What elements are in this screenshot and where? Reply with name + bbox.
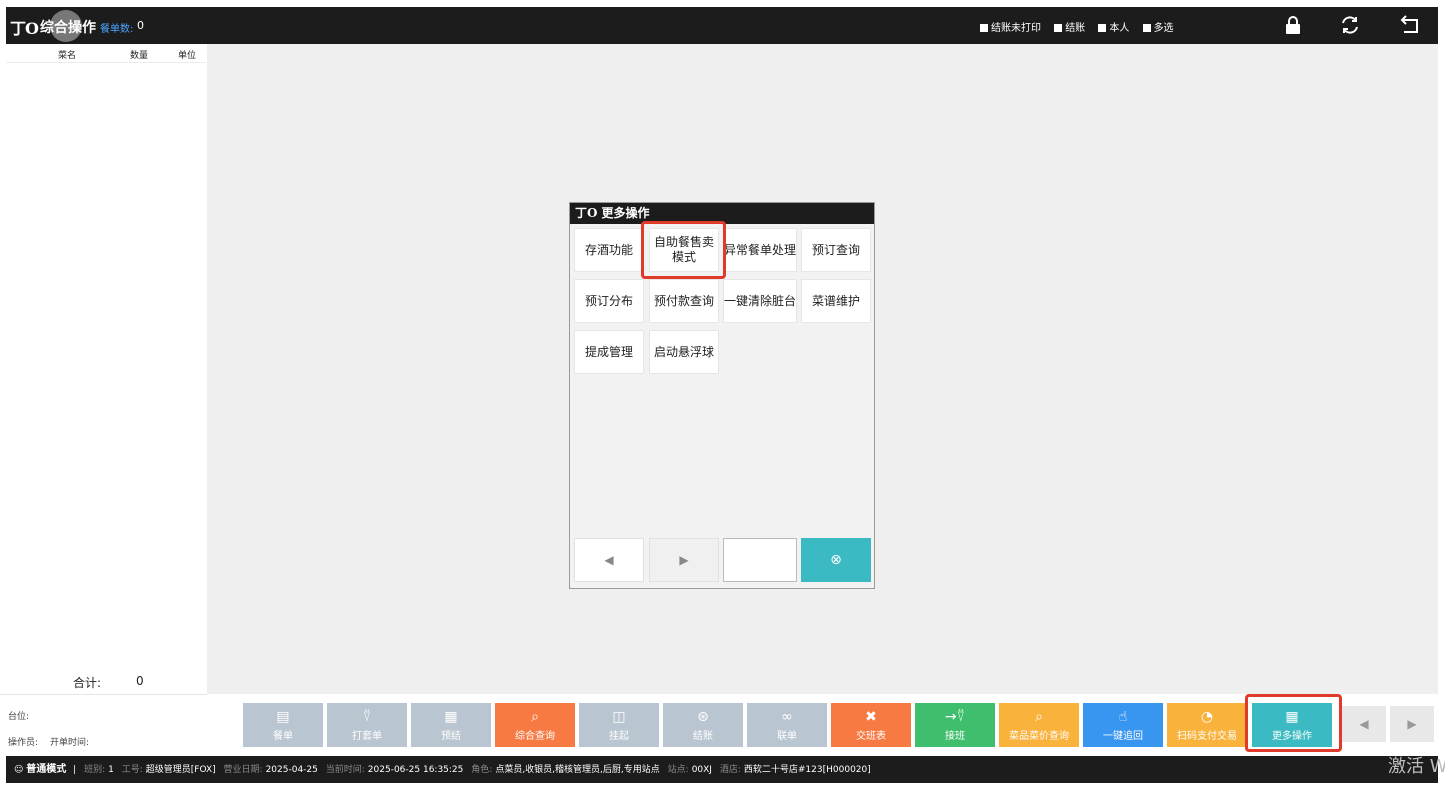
link-icon: ∞ bbox=[781, 708, 793, 725]
scan-pay-icon: ◔ bbox=[1200, 708, 1214, 725]
shift-report-icon: ✖ bbox=[865, 708, 877, 725]
curtime-value: 2025-06-25 16:35:25 bbox=[367, 765, 464, 775]
role-value: 点菜员,收银员,稽核管理员,后厨,专用站点 bbox=[495, 765, 660, 775]
lock-icon[interactable] bbox=[1282, 15, 1304, 37]
order-button[interactable]: ▤ 餐单 bbox=[243, 703, 323, 747]
shift-label: 班别: bbox=[84, 765, 106, 775]
table-label: 台位: bbox=[8, 712, 30, 722]
option-clear-dirty-tables[interactable]: 一键清除脏台 bbox=[723, 279, 797, 323]
search-icon: ⌕ bbox=[531, 708, 539, 725]
open-time-label: 开单时间: bbox=[50, 738, 90, 748]
station-label: 站点: bbox=[667, 765, 689, 775]
scan-pay-button[interactable]: ◔ 扫码支付交易 bbox=[1167, 703, 1247, 747]
highlight-box bbox=[1245, 694, 1342, 752]
column-quantity: 数量 bbox=[130, 51, 149, 61]
order-items-header: 菜名 数量 单位 bbox=[6, 44, 206, 63]
user-search-icon: ⍢ bbox=[362, 708, 372, 725]
checkout-icon: ⊛ bbox=[697, 708, 709, 725]
pre-settle-button[interactable]: ▦ 预结 bbox=[411, 703, 491, 747]
role-label: 角色: bbox=[471, 765, 493, 775]
shift-report-button[interactable]: ✖ 交班表 bbox=[831, 703, 911, 747]
filter-checkboxes: 结账未打印 结账 本人 多选 bbox=[980, 19, 1184, 34]
one-click-recall-button[interactable]: ☝ 一键追回 bbox=[1083, 703, 1163, 747]
curtime-label: 当前时间: bbox=[325, 765, 365, 775]
dialog-next-page-button[interactable]: ▶ bbox=[649, 538, 719, 582]
checkbox-icon bbox=[980, 24, 988, 32]
joint-order-button[interactable]: ∞ 联单 bbox=[747, 703, 827, 747]
filter-unprinted-checkbox[interactable]: 结账未打印 bbox=[980, 23, 1041, 34]
filter-multiselect-checkbox[interactable]: 多选 bbox=[1142, 23, 1174, 34]
filter-self-checkbox[interactable]: 本人 bbox=[1098, 23, 1129, 34]
checkbox-icon bbox=[1098, 24, 1107, 32]
id-label: 工号: bbox=[121, 765, 143, 775]
more-actions-dialog: 丁O 更多操作 存酒功能 自助餐售卖模式 异常餐单处理 预订查询 预订分布 预付款… bbox=[569, 202, 875, 589]
back-icon[interactable] bbox=[1399, 15, 1421, 37]
option-wine-storage[interactable]: 存酒功能 bbox=[574, 228, 644, 272]
top-bar: 丁O 综合操作 餐单数: 0 结账未打印 结账 本人 多选 bbox=[6, 7, 1438, 44]
chevron-left-icon: ◀ bbox=[1359, 717, 1369, 731]
app-logo: 丁O bbox=[10, 19, 39, 38]
hold-button[interactable]: ◫ 挂起 bbox=[579, 703, 659, 747]
filter-settled-checkbox[interactable]: 结账 bbox=[1054, 23, 1085, 34]
take-shift-button[interactable]: →⍢ 接班 bbox=[915, 703, 995, 747]
pre-settle-icon: ▦ bbox=[444, 708, 458, 725]
operator-label: 操作员: bbox=[8, 738, 39, 748]
page-title: 综合操作 bbox=[40, 20, 96, 36]
chevron-right-icon: ▶ bbox=[1407, 717, 1417, 731]
dialog-prev-page-button[interactable]: ◀ bbox=[574, 538, 644, 582]
order-count-value: 0 bbox=[137, 19, 144, 32]
dialog-close-button[interactable]: ⊗ bbox=[801, 538, 871, 582]
column-unit: 单位 bbox=[178, 51, 197, 61]
option-prepayment-query[interactable]: 预付款查询 bbox=[649, 279, 719, 323]
option-abnormal-order[interactable]: 异常餐单处理 bbox=[723, 228, 797, 272]
recall-icon: ☝ bbox=[1118, 708, 1128, 725]
bizdate-label: 营业日期: bbox=[223, 765, 263, 775]
id-value: 超级管理员[FOX] bbox=[145, 765, 216, 775]
bottom-toolbar: ▤ 餐单 ⍢ 打套单 ▦ 预结 ⌕ 综合查询 ◫ 挂起 ⊛ 结账 ∞ 联单 ✖ 交班表 →⍢ 接班… bbox=[207, 694, 1438, 754]
order-info-panel: 台位: 操作员: 开单时间: bbox=[0, 694, 207, 755]
option-reservation-query[interactable]: 预订查询 bbox=[801, 228, 871, 272]
checkout-button[interactable]: ⊛ 结账 bbox=[663, 703, 743, 747]
dish-price-search-icon: ⌕ bbox=[1035, 708, 1043, 725]
option-reservation-distribution[interactable]: 预订分布 bbox=[574, 279, 644, 323]
status-bar: ☺ 普通模式 | 班别: 1 工号: 超级管理员[FOX] 营业日期: 2025-04… bbox=[6, 756, 1438, 783]
print-set-order-button[interactable]: ⍢ 打套单 bbox=[327, 703, 407, 747]
station-value: 00XJ bbox=[691, 765, 712, 775]
store-value: 西软二十号店#123[H000020] bbox=[743, 765, 871, 775]
close-icon: ⊗ bbox=[830, 552, 842, 568]
dialog-logo: 丁O bbox=[575, 206, 598, 220]
general-query-button[interactable]: ⌕ 综合查询 bbox=[495, 703, 575, 747]
hold-icon: ◫ bbox=[612, 708, 626, 725]
dish-price-query-button[interactable]: ⌕ 菜品菜价查询 bbox=[999, 703, 1079, 747]
option-commission-management[interactable]: 提成管理 bbox=[574, 330, 644, 374]
toolbar-prev-button[interactable]: ◀ bbox=[1342, 706, 1386, 742]
chevron-right-icon: ▶ bbox=[679, 553, 689, 567]
dialog-title: 更多操作 bbox=[601, 206, 650, 220]
activation-watermark: 激活 W bbox=[1388, 756, 1445, 777]
mode-label: 普通模式 bbox=[26, 764, 67, 775]
take-shift-icon: →⍢ bbox=[944, 708, 966, 725]
highlight-box bbox=[641, 221, 726, 279]
checkbox-icon bbox=[1142, 24, 1151, 32]
divider: | bbox=[73, 765, 77, 775]
chevron-left-icon: ◀ bbox=[604, 553, 614, 567]
option-menu-maintenance[interactable]: 菜谱维护 bbox=[801, 279, 871, 323]
store-label: 酒店: bbox=[719, 765, 741, 775]
user-icon: ☺ bbox=[14, 765, 24, 775]
total-label: 合计: bbox=[73, 676, 102, 690]
checkbox-icon bbox=[1054, 24, 1063, 32]
toolbar-next-button[interactable]: ▶ bbox=[1390, 706, 1434, 742]
order-count-label: 餐单数: bbox=[100, 24, 134, 35]
bizdate-value: 2025-04-25 bbox=[265, 765, 318, 775]
menu-icon: ▤ bbox=[276, 708, 290, 725]
shift-value: 1 bbox=[108, 765, 114, 775]
page-number-input[interactable] bbox=[723, 538, 797, 582]
option-floating-ball[interactable]: 启动悬浮球 bbox=[649, 330, 719, 374]
column-dish-name: 菜名 bbox=[58, 51, 77, 61]
refresh-icon[interactable] bbox=[1339, 15, 1361, 37]
total-value: 0 bbox=[136, 674, 144, 688]
